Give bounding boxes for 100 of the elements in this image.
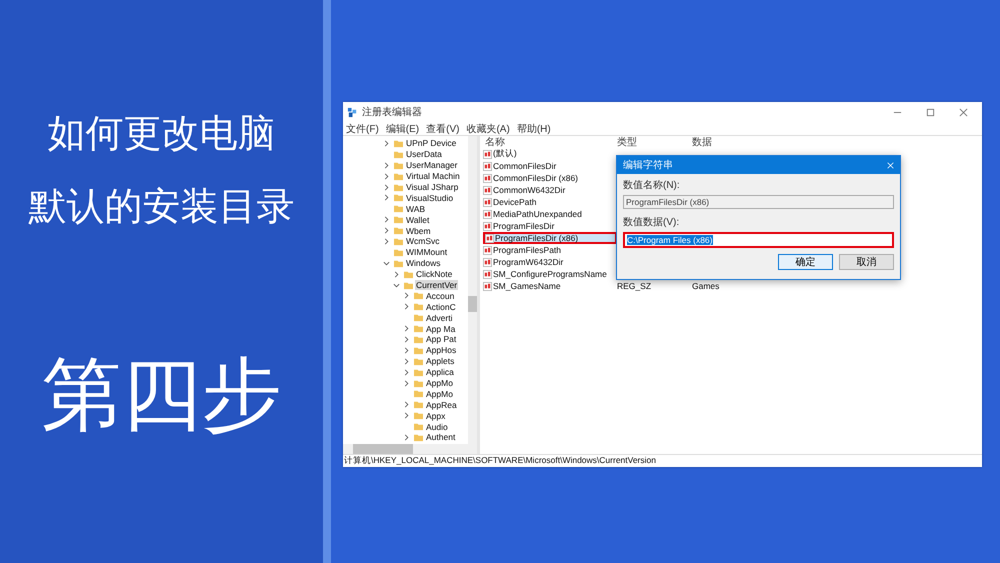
close-icon[interactable] — [959, 108, 968, 116]
value-row[interactable]: CommonFilesDir — [483, 160, 617, 172]
ok-button[interactable]: 确定 — [778, 254, 833, 270]
field-label: 数值名称(N): — [623, 179, 681, 192]
maximize-icon[interactable] — [926, 108, 935, 116]
status-bar: 计算机\HKEY_LOCAL_MACHINE\SOFTWARE\Microsoft\Windows\CurrentVersion — [343, 454, 982, 467]
expand-chevron-icon[interactable] — [393, 270, 400, 278]
value-row[interactable]: DevicePath — [483, 196, 617, 208]
value-row[interactable]: CommonW6432Dir — [483, 184, 617, 196]
collapse-chevron-icon[interactable] — [383, 260, 390, 267]
column-header[interactable]: 名称 — [483, 135, 617, 149]
table-cell-text: Games — [692, 281, 720, 291]
tree-item[interactable]: Virtual Machin — [405, 171, 461, 182]
value-data-field[interactable]: C:\Program Files (x86) — [623, 232, 894, 248]
tree-item[interactable]: Audio — [425, 422, 449, 432]
string-value-icon — [483, 198, 492, 206]
tree-item[interactable]: WIMMount — [405, 247, 448, 258]
menu-item[interactable]: 文件(F) — [346, 122, 379, 136]
string-value-icon — [483, 150, 492, 158]
name-field[interactable]: ProgramFilesDir (x86) — [623, 195, 894, 209]
menu-item[interactable]: 编辑(E) — [386, 122, 420, 136]
column-header[interactable]: 类型 — [617, 135, 692, 149]
string-value-icon — [483, 282, 492, 290]
value-row[interactable]: MediaPathUnexpanded — [483, 208, 617, 220]
tree-item[interactable]: Visual JSharp — [405, 182, 460, 192]
tree-item[interactable]: Wallet — [405, 214, 430, 225]
cancel-button[interactable]: 取消 — [839, 254, 894, 270]
expand-chevron-icon[interactable] — [383, 172, 390, 180]
expand-chevron-icon[interactable] — [403, 325, 410, 332]
tree-item[interactable]: App Ma — [425, 324, 456, 334]
string-value-icon — [483, 222, 492, 230]
value-row[interactable]: ProgramFilesPath — [483, 244, 617, 256]
tree-item[interactable]: AppMo — [425, 388, 454, 399]
slide-heading: 如何更改电脑 — [48, 110, 276, 157]
tree-item[interactable]: UPnP Device — [405, 138, 458, 148]
expand-chevron-icon[interactable] — [403, 380, 410, 387]
string-value-icon — [483, 258, 492, 266]
tree-item[interactable]: Accoun — [425, 290, 456, 301]
tree-item[interactable]: UserData — [405, 149, 443, 160]
tree-item[interactable]: AppMo — [425, 378, 454, 388]
tree-item[interactable]: ClickNote — [415, 269, 454, 280]
tree-item[interactable]: Wbem — [405, 226, 432, 236]
value-row[interactable]: CommonFilesDir (x86) — [483, 172, 617, 184]
tree-item[interactable]: Windows — [405, 258, 442, 268]
tree-item[interactable]: VisualStudio — [405, 192, 454, 203]
string-value-icon — [483, 186, 492, 194]
value-row[interactable]: ProgramFilesDir (x86) — [483, 232, 617, 244]
menu-item[interactable]: 帮助(H) — [516, 122, 551, 136]
tree-item[interactable]: Authent — [425, 432, 456, 442]
menu-item[interactable]: 查看(V) — [426, 122, 460, 136]
tree-item[interactable]: Appx — [425, 410, 446, 421]
tree-item[interactable]: CurrentVer — [415, 280, 458, 290]
expand-chevron-icon[interactable] — [403, 412, 410, 420]
string-value-icon — [483, 270, 492, 278]
slide-heading: 默认的安装目录 — [28, 183, 294, 230]
expand-chevron-icon[interactable] — [383, 216, 390, 224]
column-header[interactable]: 数据 — [692, 135, 862, 149]
expand-chevron-icon[interactable] — [383, 194, 390, 202]
expand-chevron-icon[interactable] — [403, 303, 410, 310]
value-row[interactable]: SM_GamesName — [483, 280, 617, 292]
expand-chevron-icon[interactable] — [403, 292, 410, 300]
expand-chevron-icon[interactable] — [383, 140, 390, 147]
expand-chevron-icon[interactable] — [383, 227, 390, 234]
menu-item[interactable]: 收藏夹(A) — [466, 122, 510, 136]
tree-item[interactable]: Adverti — [425, 312, 454, 323]
expand-chevron-icon[interactable] — [403, 401, 410, 408]
scrollbar[interactable] — [343, 444, 477, 454]
tree-item[interactable]: UserManager — [405, 160, 458, 170]
dialog-title: 编辑字符串 — [623, 158, 673, 172]
value-row[interactable]: SM_ConfigureProgramsName — [483, 268, 617, 280]
tree-item[interactable]: App Pat — [425, 334, 458, 344]
tree-item[interactable]: AppRea — [425, 400, 458, 410]
step-title: 第四步 — [42, 347, 282, 443]
expand-chevron-icon[interactable] — [403, 346, 410, 354]
expand-chevron-icon[interactable] — [403, 368, 410, 376]
scrollbar[interactable] — [468, 136, 477, 444]
tree-item[interactable]: ActionC — [425, 302, 457, 312]
expand-chevron-icon[interactable] — [403, 434, 410, 441]
tree-item[interactable]: Applets — [425, 356, 456, 366]
string-value-icon — [485, 234, 494, 242]
collapse-chevron-icon[interactable] — [393, 282, 400, 289]
registry-icon — [347, 106, 358, 118]
expand-chevron-icon[interactable] — [383, 184, 390, 190]
string-value-icon — [483, 174, 492, 182]
string-value-icon — [483, 246, 492, 254]
value-row[interactable]: ProgramFilesDir — [483, 220, 617, 232]
tree-item[interactable]: WcmSvc — [405, 236, 441, 246]
tree-item[interactable]: WAB — [405, 204, 426, 214]
tree-item[interactable]: Applica — [425, 367, 455, 378]
string-value-icon — [483, 210, 492, 218]
field-label: 数值数据(V): — [623, 216, 680, 229]
window-title: 注册表编辑器 — [362, 106, 422, 119]
expand-chevron-icon[interactable] — [383, 162, 390, 169]
expand-chevron-icon[interactable] — [403, 336, 410, 343]
tree-item[interactable]: AppHos — [425, 345, 458, 356]
string-value-icon — [483, 162, 492, 170]
value-row[interactable]: ProgramW6432Dir — [483, 256, 617, 268]
value-row[interactable]: (默认) — [483, 148, 617, 160]
expand-chevron-icon[interactable] — [403, 358, 410, 365]
expand-chevron-icon[interactable] — [383, 238, 390, 245]
